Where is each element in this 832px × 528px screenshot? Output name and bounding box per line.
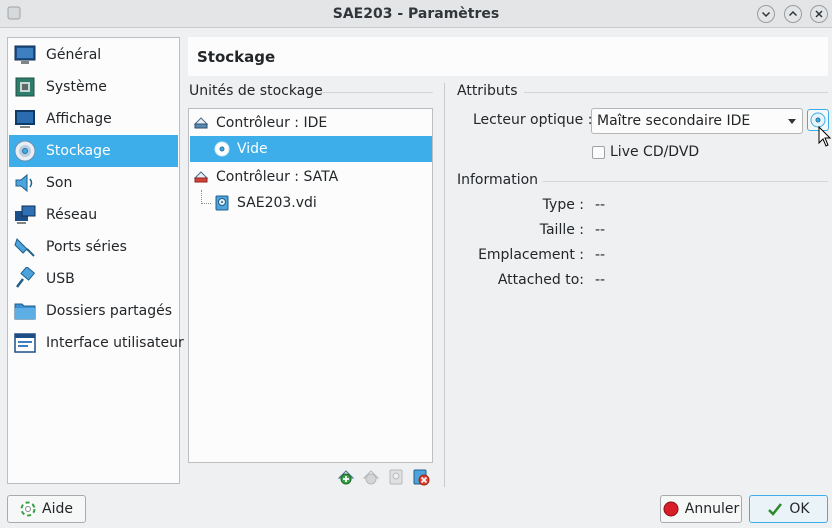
category-sound[interactable]: Son <box>9 167 178 199</box>
close-icon <box>815 10 823 18</box>
cancel-button[interactable]: Annuler <box>660 495 742 523</box>
category-user-interface[interactable]: Interface utilisateur <box>9 327 184 359</box>
optical-disc-icon <box>214 141 230 157</box>
chevron-down-icon <box>788 119 796 124</box>
tree-node-label: Contrôleur : SATA <box>216 169 339 185</box>
tree-branch-line <box>201 203 211 204</box>
optical-drive-label: Lecteur optique : <box>473 112 593 128</box>
add-controller-icon[interactable] <box>337 468 355 486</box>
tree-node-label: SAE203.vdi <box>237 195 317 211</box>
category-label: Stockage <box>46 143 111 159</box>
folder-icon <box>14 303 36 320</box>
title-bar: SAE203 - Paramètres <box>0 0 832 28</box>
tree-node-label: Contrôleur : IDE <box>216 115 328 131</box>
info-type-label: Type : <box>542 197 584 213</box>
group-divider <box>543 181 828 182</box>
ok-button[interactable]: OK <box>749 495 828 523</box>
optical-drive-value: Maître secondaire IDE <box>597 113 751 129</box>
tree-node-label: Vide <box>237 141 268 157</box>
info-location-label: Emplacement : <box>478 247 584 263</box>
storage-units-label: Unités de stockage <box>189 83 323 99</box>
chevron-up-icon <box>788 10 798 17</box>
window-title: SAE203 - Paramètres <box>332 6 500 22</box>
controller-icon <box>193 117 209 129</box>
monitor-icon <box>14 45 36 64</box>
tree-branch-line <box>201 190 202 204</box>
mouse-cursor-icon <box>818 126 832 147</box>
serial-port-icon <box>14 238 35 257</box>
category-label: Réseau <box>46 207 98 223</box>
help-button[interactable]: Aide <box>7 495 86 523</box>
motherboard-icon <box>15 77 35 97</box>
category-label: Ports séries <box>46 239 127 255</box>
category-storage[interactable]: Stockage <box>9 135 178 167</box>
live-cd-label[interactable]: Live CD/DVD <box>610 144 699 160</box>
category-network[interactable]: Réseau <box>9 199 178 231</box>
controller-icon <box>193 171 209 183</box>
info-attached-value: -- <box>595 272 606 288</box>
storage-disc-icon <box>14 140 36 162</box>
group-divider <box>524 92 828 93</box>
category-serial-ports[interactable]: Ports séries <box>9 231 178 263</box>
tree-node-empty-optical[interactable]: Vide <box>190 136 432 162</box>
category-label: Interface utilisateur <box>46 335 184 351</box>
remove-attachment-icon[interactable] <box>412 468 430 486</box>
category-display[interactable]: Affichage <box>9 103 178 135</box>
live-cd-checkbox[interactable] <box>592 146 605 159</box>
category-label: Général <box>46 47 102 63</box>
settings-category-list: Général Système Affichage Stockage Son R… <box>7 37 184 484</box>
checkmark-icon <box>768 503 783 516</box>
help-button-label: Aide <box>42 501 73 517</box>
info-size-value: -- <box>595 222 606 238</box>
usb-icon <box>16 267 36 288</box>
help-lifebuoy-icon <box>20 501 36 517</box>
info-size-label: Taille : <box>539 222 584 238</box>
info-attached-label: Attached to: <box>497 272 584 288</box>
remove-controller-icon[interactable] <box>362 468 380 486</box>
category-label: Son <box>46 175 73 191</box>
add-attachment-icon[interactable] <box>387 468 405 486</box>
user-interface-icon <box>14 333 36 353</box>
cancel-button-label: Annuler <box>684 501 740 517</box>
category-label: Dossiers partagés <box>46 303 173 319</box>
display-icon <box>15 110 35 128</box>
page-title: Stockage <box>197 48 276 66</box>
panel-separator <box>444 83 445 487</box>
hard-disk-icon <box>215 195 229 211</box>
tree-node-hard-disk[interactable]: SAE203.vdi <box>214 190 431 216</box>
category-label: USB <box>46 271 75 287</box>
storage-tree: Contrôleur : IDE Vide Contrôleur : SATA … <box>188 108 433 463</box>
info-location-value: -- <box>595 247 606 263</box>
network-icon <box>15 205 36 224</box>
category-label: Système <box>46 79 107 95</box>
tree-node-ide-controller[interactable]: Contrôleur : IDE <box>193 110 431 136</box>
attributes-label: Attributs <box>457 83 518 99</box>
chevron-down-icon <box>761 11 771 18</box>
optical-drive-select[interactable]: Maître secondaire IDE <box>591 108 803 134</box>
maximize-button[interactable] <box>784 5 802 23</box>
category-label: Affichage <box>46 111 112 127</box>
speaker-icon <box>15 173 33 193</box>
category-usb[interactable]: USB <box>9 263 178 295</box>
information-label: Information <box>457 172 539 188</box>
category-general[interactable]: Général <box>9 39 178 71</box>
group-divider <box>320 92 433 93</box>
ok-button-label: OK <box>789 501 810 517</box>
close-window-button[interactable] <box>810 5 828 23</box>
cancel-icon <box>663 501 679 517</box>
page-header: Stockage <box>188 37 828 76</box>
minimize-button[interactable] <box>757 5 775 23</box>
category-system[interactable]: Système <box>9 71 178 103</box>
category-shared-folders[interactable]: Dossiers partagés <box>9 295 178 327</box>
info-type-value: -- <box>595 197 606 213</box>
tree-node-sata-controller[interactable]: Contrôleur : SATA <box>193 164 431 190</box>
